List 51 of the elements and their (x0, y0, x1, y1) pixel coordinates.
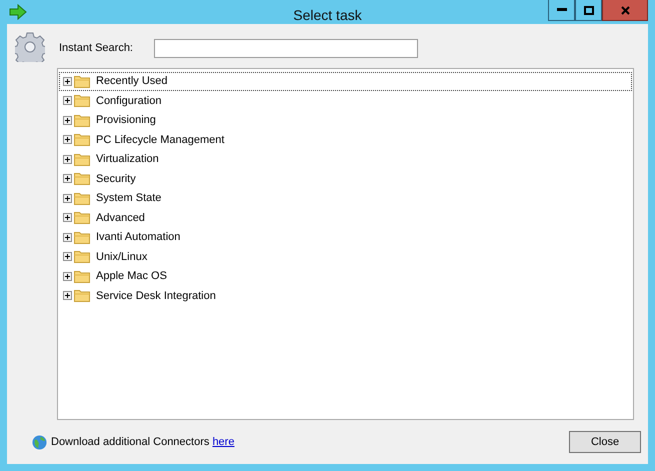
folder-icon (74, 114, 90, 127)
expand-icon[interactable] (63, 96, 72, 106)
folder-icon (74, 192, 90, 205)
window-title: Select task (292, 7, 363, 23)
maximize-icon (584, 6, 594, 14)
tree-item[interactable]: Provisioning (59, 111, 632, 130)
tree-item[interactable]: PC Lifecycle Management (59, 130, 632, 149)
tree-item[interactable]: System State (59, 189, 632, 208)
folder-icon (74, 74, 90, 88)
here-link[interactable]: here (212, 436, 234, 448)
close-icon (620, 6, 630, 14)
tree-item[interactable]: Security (59, 170, 632, 188)
folder-icon (74, 270, 90, 283)
tree-item[interactable]: Advanced (59, 208, 632, 227)
expand-icon[interactable] (63, 252, 72, 262)
folder-icon (74, 250, 90, 264)
tree-item[interactable]: Configuration (59, 92, 632, 110)
minimize-button[interactable] (548, 0, 575, 21)
folder-icon (74, 94, 90, 108)
folder-icon (74, 230, 90, 244)
folder-icon (74, 172, 90, 186)
tree-item[interactable]: Apple Mac OS (59, 267, 632, 286)
expand-icon[interactable] (63, 213, 72, 222)
expand-icon[interactable] (63, 135, 72, 144)
expand-icon[interactable] (63, 174, 72, 184)
maximize-button[interactable] (575, 0, 602, 21)
folder-icon (74, 133, 90, 146)
folder-icon (74, 152, 90, 166)
download-connectors-text: Download additional Connectors here (51, 436, 234, 448)
folder-icon (74, 211, 90, 224)
search-field[interactable] (154, 38, 418, 58)
close-button[interactable] (602, 0, 648, 21)
minimize-icon (556, 8, 566, 12)
tree-item[interactable]: Virtualization (59, 150, 632, 168)
expand-icon[interactable] (63, 194, 72, 203)
tree-item[interactable]: Ivanti Automation (59, 228, 632, 246)
globe-icon (32, 434, 47, 450)
expand-icon[interactable] (63, 154, 72, 164)
expand-icon[interactable] (63, 291, 72, 300)
expand-icon[interactable] (63, 272, 72, 281)
expand-icon[interactable] (63, 76, 72, 86)
expand-icon[interactable] (63, 232, 72, 242)
tree-item[interactable]: Service Desk Integration (59, 286, 632, 305)
tree-item[interactable]: Unix/Linux (59, 248, 632, 266)
close-dialog-button[interactable]: Close (569, 431, 641, 453)
folder-icon (74, 289, 90, 302)
arrow-icon (9, 4, 27, 20)
expand-icon[interactable] (63, 116, 72, 125)
tree-item[interactable]: Recently Used (59, 72, 632, 90)
search-label: Instant Search: (59, 42, 134, 54)
gear-icon (15, 32, 45, 62)
